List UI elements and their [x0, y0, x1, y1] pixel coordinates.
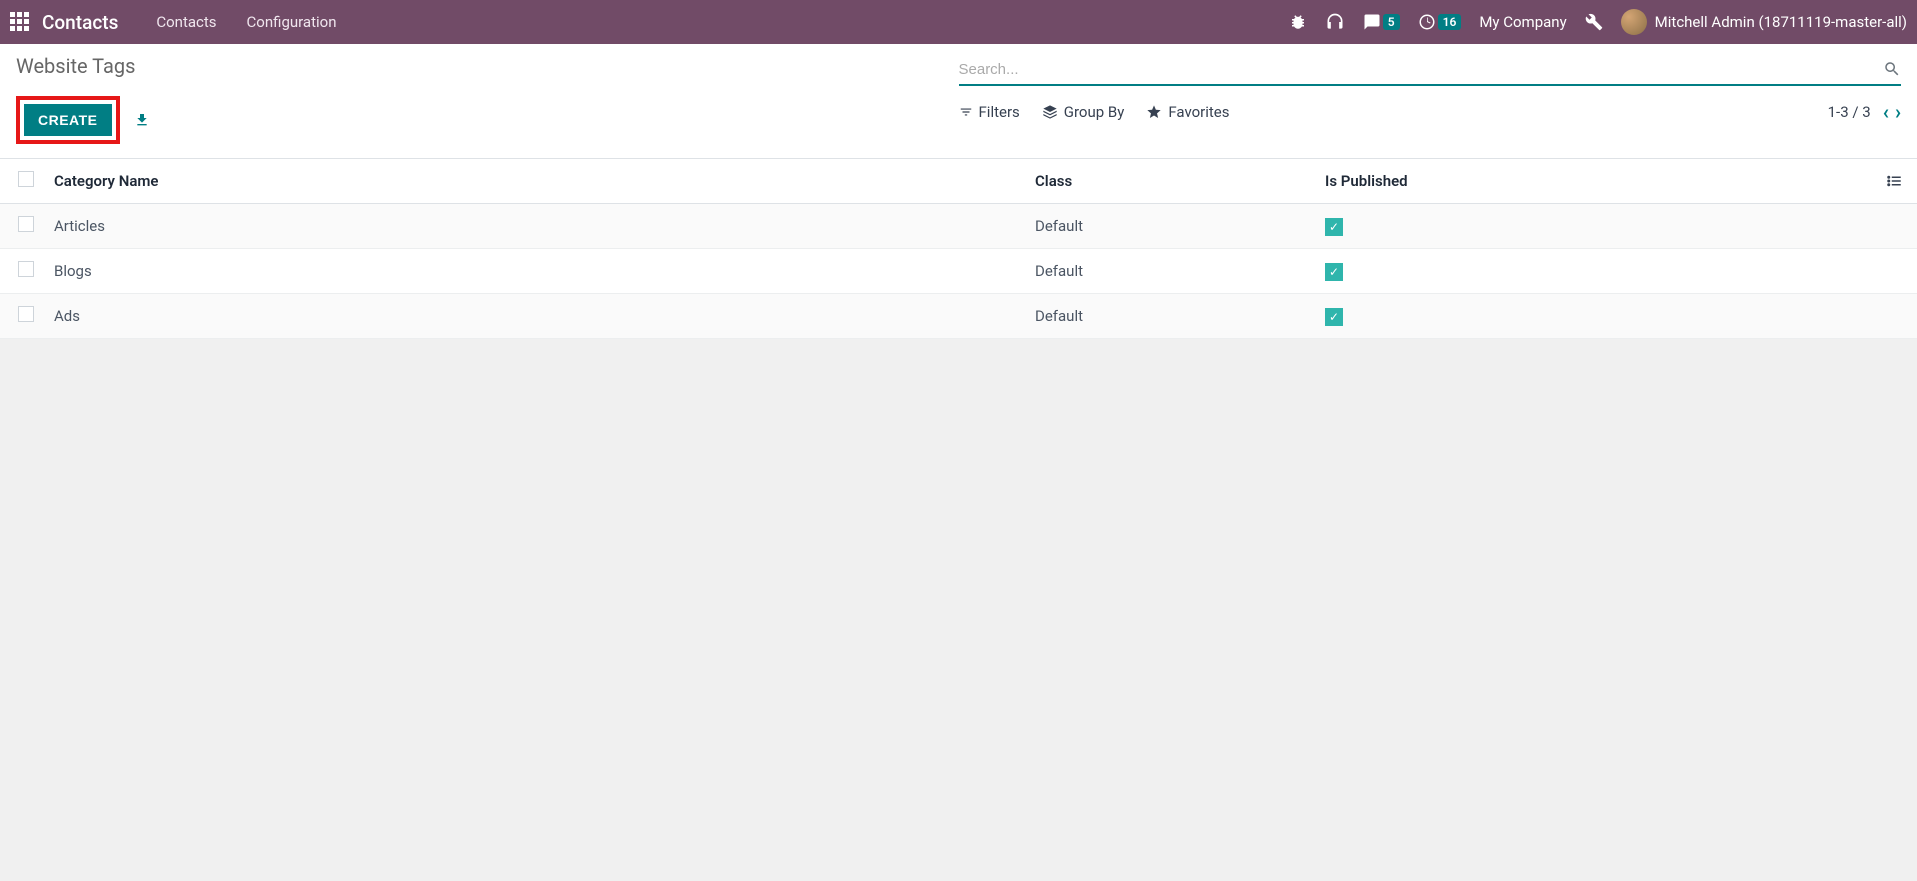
user-menu[interactable]: Mitchell Admin (18711119-master-all) [1621, 9, 1907, 35]
filters-button[interactable]: Filters [959, 103, 1020, 121]
cell-published: ✓ [1315, 249, 1875, 294]
app-brand[interactable]: Contacts [42, 11, 118, 34]
cell-category: Articles [44, 204, 1025, 249]
apps-icon[interactable] [10, 12, 30, 32]
page-title: Website Tags [16, 54, 959, 78]
support-icon[interactable] [1325, 12, 1345, 32]
messages-badge: 5 [1383, 14, 1400, 30]
groupby-button[interactable]: Group By [1042, 103, 1125, 121]
pager-prev[interactable]: ‹ [1883, 100, 1889, 124]
header-class[interactable]: Class [1025, 159, 1315, 204]
header-category[interactable]: Category Name [44, 159, 1025, 204]
check-icon: ✓ [1325, 263, 1343, 281]
export-icon[interactable] [134, 112, 150, 128]
search-input[interactable] [959, 61, 1884, 78]
list-view: Category Name Class Is Published Article… [0, 159, 1917, 339]
create-button[interactable]: CREATE [24, 104, 112, 136]
search-box[interactable] [959, 54, 1902, 86]
header-published[interactable]: Is Published [1315, 159, 1875, 204]
cell-category: Ads [44, 294, 1025, 339]
cell-class: Default [1025, 204, 1315, 249]
create-highlight: CREATE [16, 96, 120, 144]
avatar [1621, 9, 1647, 35]
pager-text: 1-3 / 3 [1828, 103, 1871, 121]
user-name: Mitchell Admin (18711119-master-all) [1655, 13, 1907, 31]
settings-icon[interactable] [1585, 13, 1603, 31]
table-row[interactable]: BlogsDefault ✓ [0, 249, 1917, 294]
row-checkbox[interactable] [18, 261, 34, 277]
pager-next[interactable]: › [1895, 100, 1901, 124]
control-panel: Website Tags CREATE [0, 44, 1917, 159]
filters-label: Filters [979, 103, 1020, 121]
cell-class: Default [1025, 249, 1315, 294]
favorites-label: Favorites [1168, 103, 1229, 121]
table-row[interactable]: AdsDefault ✓ [0, 294, 1917, 339]
check-icon: ✓ [1325, 218, 1343, 236]
activity-icon[interactable]: 16 [1418, 13, 1462, 31]
row-checkbox[interactable] [18, 216, 34, 232]
nav-link-configuration[interactable]: Configuration [235, 13, 349, 31]
optional-columns-icon[interactable] [1885, 172, 1903, 190]
top-navbar: Contacts Contacts Configuration 5 16 My … [0, 0, 1917, 44]
cell-class: Default [1025, 294, 1315, 339]
activity-badge: 16 [1438, 14, 1462, 30]
groupby-label: Group By [1064, 103, 1125, 121]
table-row[interactable]: ArticlesDefault ✓ [0, 204, 1917, 249]
messages-icon[interactable]: 5 [1363, 13, 1400, 31]
check-icon: ✓ [1325, 308, 1343, 326]
row-checkbox[interactable] [18, 306, 34, 322]
favorites-button[interactable]: Favorites [1146, 103, 1229, 121]
nav-link-contacts[interactable]: Contacts [144, 13, 228, 31]
cell-published: ✓ [1315, 294, 1875, 339]
search-icon[interactable] [1883, 60, 1901, 78]
bug-icon[interactable] [1289, 13, 1307, 31]
cell-category: Blogs [44, 249, 1025, 294]
company-switcher[interactable]: My Company [1479, 13, 1566, 31]
table-header-row: Category Name Class Is Published [0, 159, 1917, 204]
cell-published: ✓ [1315, 204, 1875, 249]
select-all-checkbox[interactable] [18, 171, 34, 187]
